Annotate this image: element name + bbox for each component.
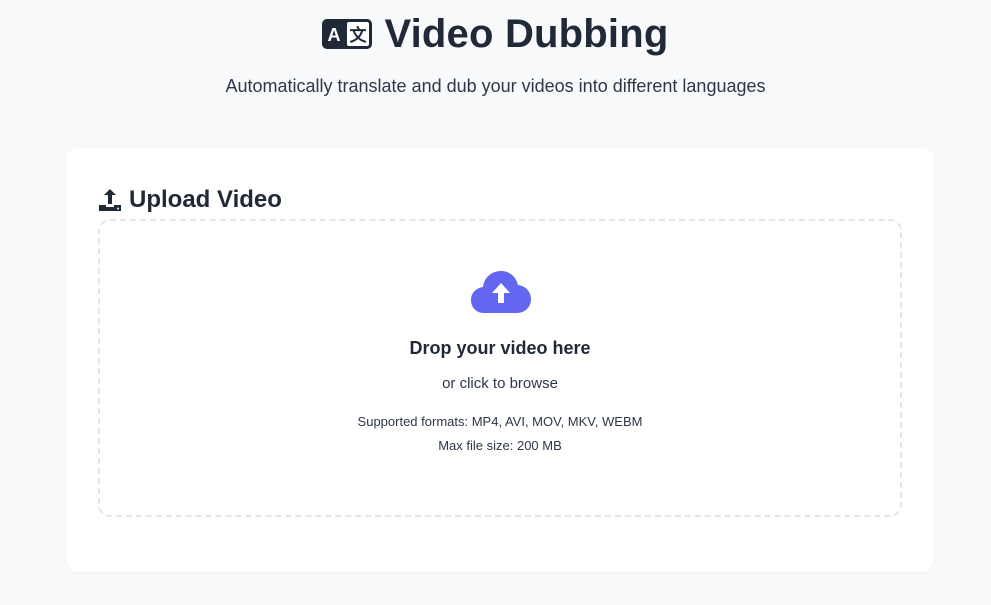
page-title: Video Dubbing <box>384 12 669 56</box>
translate-icon: A 文 <box>322 19 373 49</box>
svg-text:A: A <box>328 25 341 45</box>
page-subtitle: Automatically translate and dub your vid… <box>225 76 766 96</box>
video-dropzone[interactable]: Drop your video here or click to browse … <box>98 219 902 517</box>
max-file-size-text: Max file size: 200 MB <box>438 438 562 453</box>
dropzone-browse-text[interactable]: or click to browse <box>100 375 900 393</box>
supported-formats-text: Supported formats: MP4, AVI, MOV, MKV, W… <box>357 414 643 429</box>
title-row: A 文 Video Dubbing <box>0 10 991 58</box>
upload-card: Upload Video Drop your video here or cli… <box>66 148 934 572</box>
upload-icon <box>97 187 123 213</box>
upload-section-title: Upload Video <box>97 186 282 214</box>
dropzone-title: Drop your video here <box>409 338 591 358</box>
upload-section-label: Upload Video <box>129 186 282 213</box>
cloud-upload-icon <box>470 269 532 315</box>
svg-text:文: 文 <box>350 25 368 46</box>
